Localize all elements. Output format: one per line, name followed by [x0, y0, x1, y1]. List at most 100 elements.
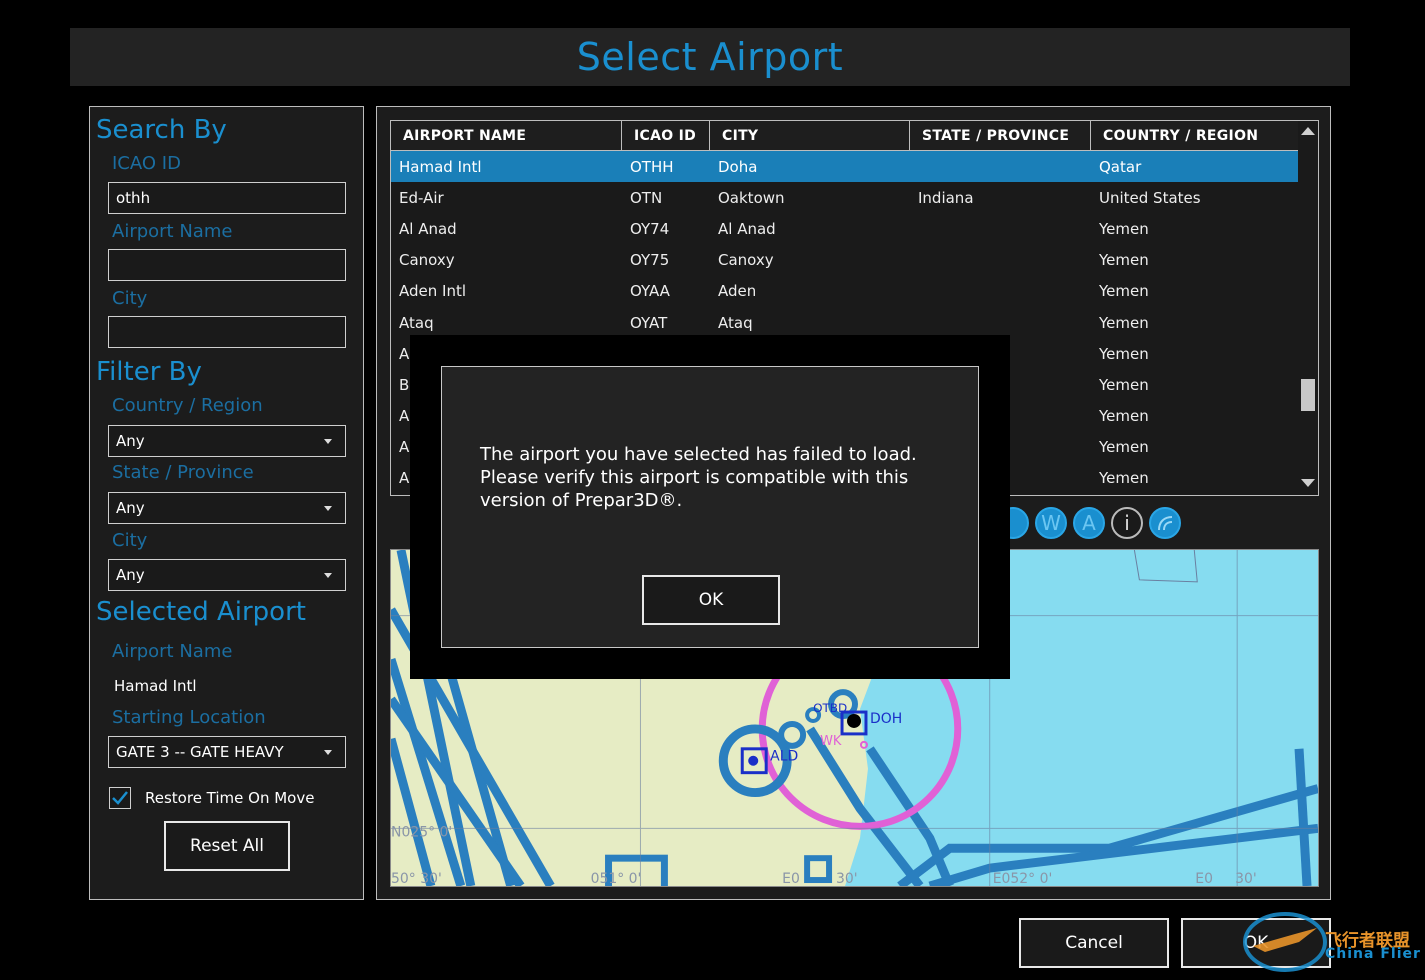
col-country[interactable]: COUNTRY / REGION — [1091, 121, 1299, 151]
table-cell: Al Anad — [399, 219, 457, 238]
table-cell: Al Anad — [718, 219, 776, 238]
table-cell: Yemen — [1099, 407, 1149, 426]
airport-name-label: Airport Name — [112, 221, 233, 242]
filter-by-heading: Filter By — [96, 357, 202, 387]
col-city[interactable]: CITY — [710, 121, 910, 151]
table-row[interactable]: Al Anad OY74 Al Anad Yemen — [391, 213, 1299, 244]
map-label-doh: DOH — [870, 711, 902, 727]
map-label-otbd: OTBD — [813, 701, 847, 715]
table-cell: Aden — [718, 282, 757, 301]
state-select-value: Any — [116, 499, 145, 517]
country-select-value: Any — [116, 432, 145, 450]
china-flier-watermark: 飞行者联盟 China Flier — [1225, 908, 1425, 974]
table-cell: Yemen — [1099, 438, 1149, 457]
country-select[interactable]: Any — [108, 425, 346, 457]
table-cell: Doha — [718, 157, 758, 176]
city-input[interactable] — [108, 316, 346, 348]
table-cell: Yemen — [1099, 375, 1149, 394]
airport-name-input[interactable] — [108, 249, 346, 281]
table-cell: Yemen — [1099, 313, 1149, 332]
map-label-lon2: 051° 0' — [591, 871, 642, 886]
table-cell: OTN — [630, 188, 663, 207]
chevron-down-icon — [324, 438, 332, 444]
error-dialog: The airport you have selected has failed… — [441, 366, 979, 648]
table-cell: Yemen — [1099, 219, 1149, 238]
chevron-down-icon — [324, 505, 332, 511]
scroll-thumb[interactable] — [1301, 379, 1315, 411]
table-cell: Yemen — [1099, 344, 1149, 363]
restore-time-checkbox[interactable] — [109, 787, 131, 809]
starting-location-select[interactable]: GATE 3 -- GATE HEAVY — [108, 736, 346, 768]
table-cell: Ataq — [718, 313, 753, 332]
starting-location-value: GATE 3 -- GATE HEAVY — [116, 743, 284, 761]
search-by-heading: Search By — [96, 115, 227, 145]
table-row[interactable]: Aden Intl OYAA Aden Yemen — [391, 276, 1299, 307]
reset-all-button[interactable]: Reset All — [164, 821, 290, 871]
checkmark-icon — [112, 791, 128, 805]
table-cell: Aden Intl — [399, 282, 467, 301]
error-message: The airport you have selected has failed… — [480, 444, 917, 511]
chevron-down-icon — [324, 572, 332, 578]
table-cell: United States — [1099, 188, 1201, 207]
map-tool-a[interactable]: A — [1073, 507, 1105, 539]
table-cell: Yemen — [1099, 251, 1149, 270]
filter-city-select-value: Any — [116, 566, 145, 584]
col-airport-name[interactable]: AIRPORT NAME — [391, 121, 622, 151]
table-row[interactable]: Canoxy OY75 Canoxy Yemen — [391, 245, 1299, 276]
map-label-lon0: E0 — [782, 871, 800, 886]
window-title: Select Airport — [576, 35, 844, 79]
search-filter-panel: Search By ICAO ID Airport Name City Filt… — [89, 106, 364, 900]
restore-time-label: Restore Time On Move — [145, 789, 315, 807]
table-row[interactable]: Ed-Air OTN Oaktown Indiana United States — [391, 182, 1299, 213]
title-bar: Select Airport — [70, 28, 1350, 86]
selected-name-label: Airport Name — [112, 641, 233, 662]
table-cell: OTHH — [630, 157, 674, 176]
scroll-up-icon[interactable] — [1301, 127, 1315, 135]
info-icon[interactable]: i — [1111, 507, 1143, 539]
dialog-ok-button[interactable]: OK — [642, 575, 780, 625]
table-cell: OY74 — [630, 219, 670, 238]
map-layer-icon[interactable] — [1149, 507, 1181, 539]
table-cell: Yemen — [1099, 282, 1149, 301]
map-label-lat1: N025° 0' — [391, 824, 452, 840]
table-cell: OYAT — [630, 313, 668, 332]
table-header: AIRPORT NAME ICAO ID CITY STATE / PROVIN… — [391, 121, 1299, 151]
table-cell: Ataq — [399, 313, 434, 332]
col-state[interactable]: STATE / PROVINCE — [910, 121, 1091, 151]
state-select[interactable]: Any — [108, 492, 346, 524]
map-toolbar: W A i — [997, 507, 1181, 539]
table-row[interactable]: Ataq OYAT Ataq Yemen — [391, 307, 1299, 338]
restore-time-row: Restore Time On Move — [109, 787, 314, 809]
filter-city-select[interactable]: Any — [108, 559, 346, 591]
city-label: City — [112, 288, 148, 309]
table-scrollbar[interactable] — [1298, 121, 1318, 495]
state-label: State / Province — [112, 462, 254, 483]
map-tool-w[interactable]: W — [1035, 507, 1067, 539]
table-cell: OYAA — [630, 282, 670, 301]
table-cell: Hamad Intl — [399, 157, 482, 176]
cancel-button[interactable]: Cancel — [1019, 918, 1169, 968]
scroll-down-icon[interactable] — [1301, 479, 1315, 487]
table-cell: Canoxy — [718, 251, 774, 270]
watermark-en: China Flier — [1325, 946, 1421, 962]
col-icao[interactable]: ICAO ID — [622, 121, 710, 151]
icao-input[interactable] — [108, 182, 346, 214]
map-label-ald: ALD — [770, 749, 798, 765]
map-label-lon1: E052° 0' — [993, 871, 1053, 886]
table-cell: OY75 — [630, 251, 670, 270]
table-cell: Qatar — [1099, 157, 1142, 176]
table-cell: Yemen — [1099, 469, 1149, 488]
table-row[interactable]: Hamad Intl OTHH Doha Qatar — [391, 151, 1299, 183]
icao-label: ICAO ID — [112, 153, 181, 174]
map-label-lat0: 50° 30' — [391, 871, 442, 886]
map-label-lonR: E0 — [1195, 871, 1213, 886]
selected-airport-name: Hamad Intl — [114, 677, 197, 695]
map-label-wk: WK — [820, 734, 842, 749]
table-cell: Ed-Air — [399, 188, 444, 207]
table-cell: Canoxy — [399, 251, 455, 270]
country-label: Country / Region — [112, 395, 263, 416]
table-cell: Indiana — [918, 188, 974, 207]
map-label-lonR30: 30' — [1235, 871, 1257, 886]
table-cell: Oaktown — [718, 188, 785, 207]
selected-airport-heading: Selected Airport — [96, 597, 306, 627]
